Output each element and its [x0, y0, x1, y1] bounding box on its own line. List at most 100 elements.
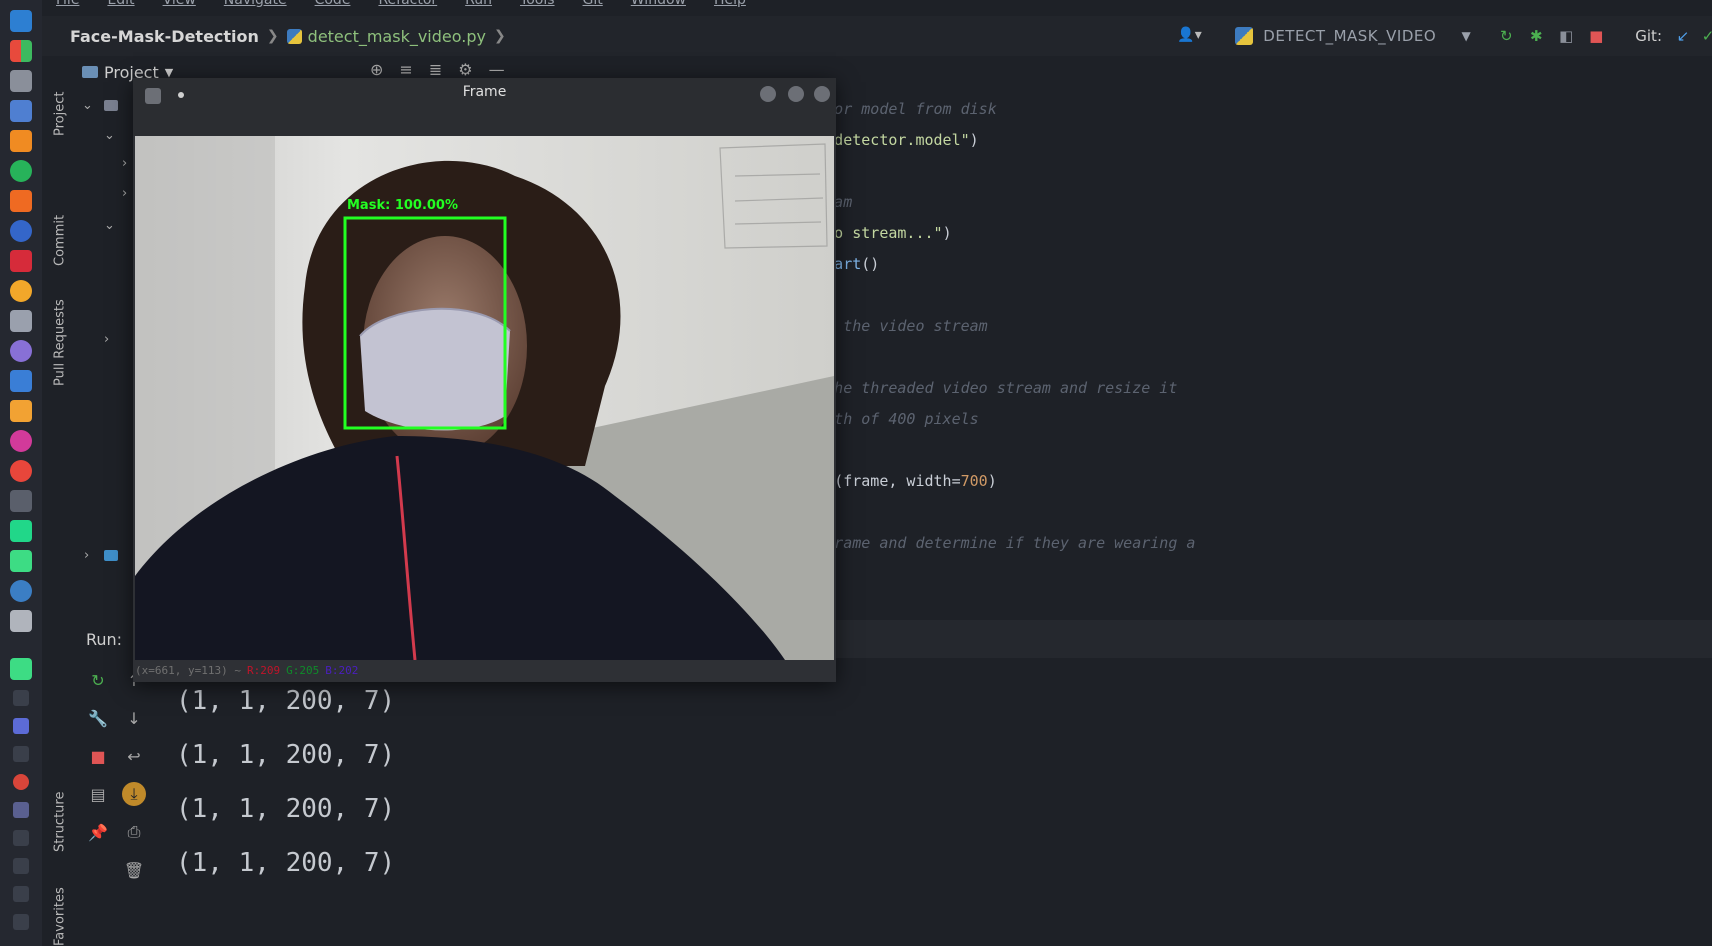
clipboard-icon[interactable] — [13, 886, 29, 902]
bluetooth-icon[interactable] — [13, 746, 29, 762]
tab-structure-label: Structure — [52, 791, 68, 852]
stop-icon[interactable]: ■ — [1587, 27, 1605, 45]
expand-all-icon[interactable]: ≡ — [399, 60, 412, 79]
android-studio-icon[interactable] — [10, 550, 32, 572]
media-icon[interactable] — [10, 250, 32, 272]
chrome-tray-icon[interactable] — [13, 774, 29, 790]
vlc-icon[interactable] — [10, 130, 32, 152]
frame-app-icon[interactable] — [10, 610, 32, 632]
pixel-red-value: R:209 — [246, 663, 281, 677]
tree-collapsed-icon[interactable]: › — [122, 186, 127, 201]
side-tool-tabs: Project Commit Pull Requests Structure F… — [48, 56, 72, 946]
minimize-button[interactable] — [760, 86, 776, 102]
breadcrumb-file-label: detect_mask_video.py — [307, 26, 486, 46]
tab-structure[interactable]: Structure — [48, 756, 72, 852]
frame-titlebar[interactable]: Frame — [133, 78, 836, 136]
remote-icon[interactable] — [10, 370, 32, 392]
hide-icon[interactable]: — — [489, 60, 505, 79]
sublime-icon[interactable] — [10, 190, 32, 212]
virtualbox-icon[interactable] — [10, 310, 32, 332]
soft-wrap-icon[interactable]: ↩ — [122, 744, 146, 768]
keyboard-layout-icon[interactable] — [13, 802, 29, 818]
git-update-icon[interactable]: ↙ — [1674, 27, 1692, 45]
project-header-actions: ⊕ ≡ ≣ ⚙ — — [370, 60, 505, 79]
files-icon[interactable] — [10, 100, 32, 122]
code-token: from the threaded video stream and resiz… — [780, 379, 1178, 397]
print-icon[interactable]: ⎙ — [122, 820, 146, 844]
tree-folder-icon — [104, 100, 118, 111]
github-icon[interactable] — [10, 340, 32, 362]
code-token: the frame and determine if they are wear… — [780, 534, 1196, 552]
settings-icon[interactable] — [13, 718, 29, 734]
git-commit-icon[interactable]: ✓ — [1704, 27, 1712, 45]
pixel-green-value: G:205 — [286, 663, 320, 677]
tab-pull-requests[interactable]: Pull Requests — [48, 256, 72, 386]
menu-window[interactable]: Window — [631, 0, 686, 8]
tree-collapsed-icon[interactable]: › — [84, 548, 89, 563]
volume-icon[interactable] — [13, 914, 29, 930]
menu-navigate[interactable]: Navigate — [224, 0, 287, 8]
scroll-to-end-icon[interactable]: ⤓ — [122, 782, 146, 806]
browser-icon[interactable] — [10, 220, 32, 242]
stop-icon[interactable]: ■ — [86, 744, 110, 768]
locate-icon[interactable]: ⊕ — [370, 60, 383, 79]
tools-icon[interactable] — [10, 70, 32, 92]
firefox-icon[interactable] — [10, 280, 32, 302]
run-console-output[interactable]: (1, 1, 200, 7) (1, 1, 200, 7) (1, 1, 200… — [176, 674, 395, 890]
tab-project[interactable]: Project — [48, 64, 72, 136]
gear-icon[interactable]: ⚙ — [458, 60, 472, 79]
terminal-icon[interactable] — [10, 490, 32, 512]
user-account-icon[interactable]: 👤▾ — [1177, 27, 1203, 45]
android-icon[interactable] — [10, 658, 32, 680]
chrome-icon[interactable] — [10, 460, 32, 482]
debug-bug-icon[interactable]: ✱ — [1527, 27, 1545, 45]
pause-icon[interactable] — [13, 690, 29, 706]
tree-expand-icon[interactable]: ⌄ — [104, 128, 115, 143]
code-editor[interactable]: detector model from disk "mask_detector.… — [780, 86, 1712, 586]
menu-file[interactable]: File — [56, 0, 79, 8]
menu-view[interactable]: View — [163, 0, 196, 8]
menu-bar: File Edit View Navigate Code Refactor Ru… — [56, 0, 746, 8]
menu-run[interactable]: Run — [465, 0, 492, 8]
pin-icon[interactable]: 📌 — [86, 820, 110, 844]
pycharm-icon[interactable] — [10, 520, 32, 542]
wrench-icon[interactable]: 🔧 — [86, 706, 110, 730]
tree-collapsed-icon[interactable]: › — [122, 156, 127, 171]
layout-icon[interactable]: ▤ — [86, 782, 110, 806]
tab-favorites[interactable]: Favorites — [48, 866, 72, 946]
breadcrumb-file[interactable]: detect_mask_video.py — [286, 26, 486, 46]
layers-icon[interactable] — [10, 400, 32, 422]
scroll-down-icon[interactable]: ↓ — [122, 706, 146, 730]
vscode-icon[interactable] — [10, 10, 32, 32]
menu-help[interactable]: Help — [714, 0, 746, 8]
tab-commit[interactable]: Commit — [48, 156, 72, 266]
menu-git[interactable]: Git — [583, 0, 603, 8]
rerun-icon[interactable]: ↻ — [1497, 27, 1515, 45]
run-configuration-selector[interactable]: DETECT_MASK_VIDEO ▼ — [1235, 27, 1485, 45]
trash-icon[interactable]: 🗑 — [122, 858, 146, 882]
menu-tools[interactable]: Tools — [520, 0, 555, 8]
collapse-all-icon[interactable]: ≣ — [429, 60, 442, 79]
breadcrumb-project[interactable]: Face-Mask-Detection — [70, 27, 259, 46]
lock-icon[interactable] — [13, 858, 29, 874]
console-line: (1, 1, 200, 7) — [176, 686, 396, 716]
eye-icon[interactable] — [10, 430, 32, 452]
tree-expand-icon[interactable]: ⌄ — [104, 218, 115, 233]
globe-icon[interactable] — [10, 580, 32, 602]
rerun-icon[interactable]: ↻ — [86, 668, 110, 692]
app-grid-icon[interactable] — [10, 40, 32, 62]
coverage-icon[interactable]: ◧ — [1557, 27, 1575, 45]
close-button[interactable] — [814, 86, 830, 102]
pixel-coordinates: (x=661, y=113) ~ — [135, 663, 241, 677]
tab-favorites-label: Favorites — [52, 887, 68, 946]
wifi-icon[interactable] — [13, 830, 29, 846]
menu-edit[interactable]: Edit — [107, 0, 134, 8]
maximize-button[interactable] — [788, 86, 804, 102]
spotify-icon[interactable] — [10, 160, 32, 182]
tree-collapsed-icon[interactable]: › — [104, 332, 109, 347]
menu-refactor[interactable]: Refactor — [378, 0, 437, 8]
tree-expand-icon[interactable]: ⌄ — [82, 98, 93, 113]
frame-window[interactable]: Frame Mask: 100.00% (x=661, y=113) ~ R:2… — [133, 78, 836, 682]
run-panel-header — [780, 620, 1712, 658]
menu-code[interactable]: Code — [315, 0, 351, 8]
